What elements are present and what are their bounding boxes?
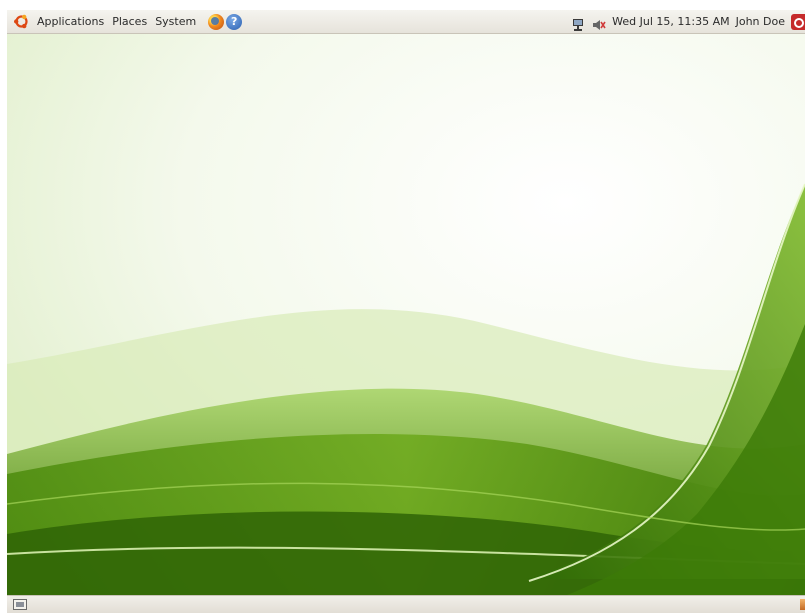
show-desktop-icon[interactable] <box>13 599 27 610</box>
top-panel: Applications Places System ? Wed Jul 15,… <box>7 10 805 34</box>
screen: Applications Places System ? Wed Jul 15,… <box>0 0 805 613</box>
clock[interactable]: Wed Jul 15, 11:35 AM <box>610 10 735 34</box>
user-name[interactable]: John Doe <box>736 10 789 34</box>
power-icon[interactable] <box>791 13 805 30</box>
applications-menu[interactable]: Applications <box>33 10 108 34</box>
places-menu[interactable]: Places <box>108 10 151 34</box>
volume-icon[interactable] <box>592 16 606 30</box>
firefox-icon[interactable] <box>208 13 225 30</box>
desktop-wallpaper[interactable] <box>6 34 805 595</box>
wallpaper-art <box>6 34 805 595</box>
trash-icon[interactable] <box>800 599 805 610</box>
network-icon[interactable] <box>571 16 585 31</box>
bottom-panel <box>7 595 805 613</box>
ubuntu-logo-icon[interactable] <box>13 13 30 30</box>
system-menu[interactable]: System <box>151 10 200 34</box>
help-icon[interactable]: ? <box>226 13 243 30</box>
